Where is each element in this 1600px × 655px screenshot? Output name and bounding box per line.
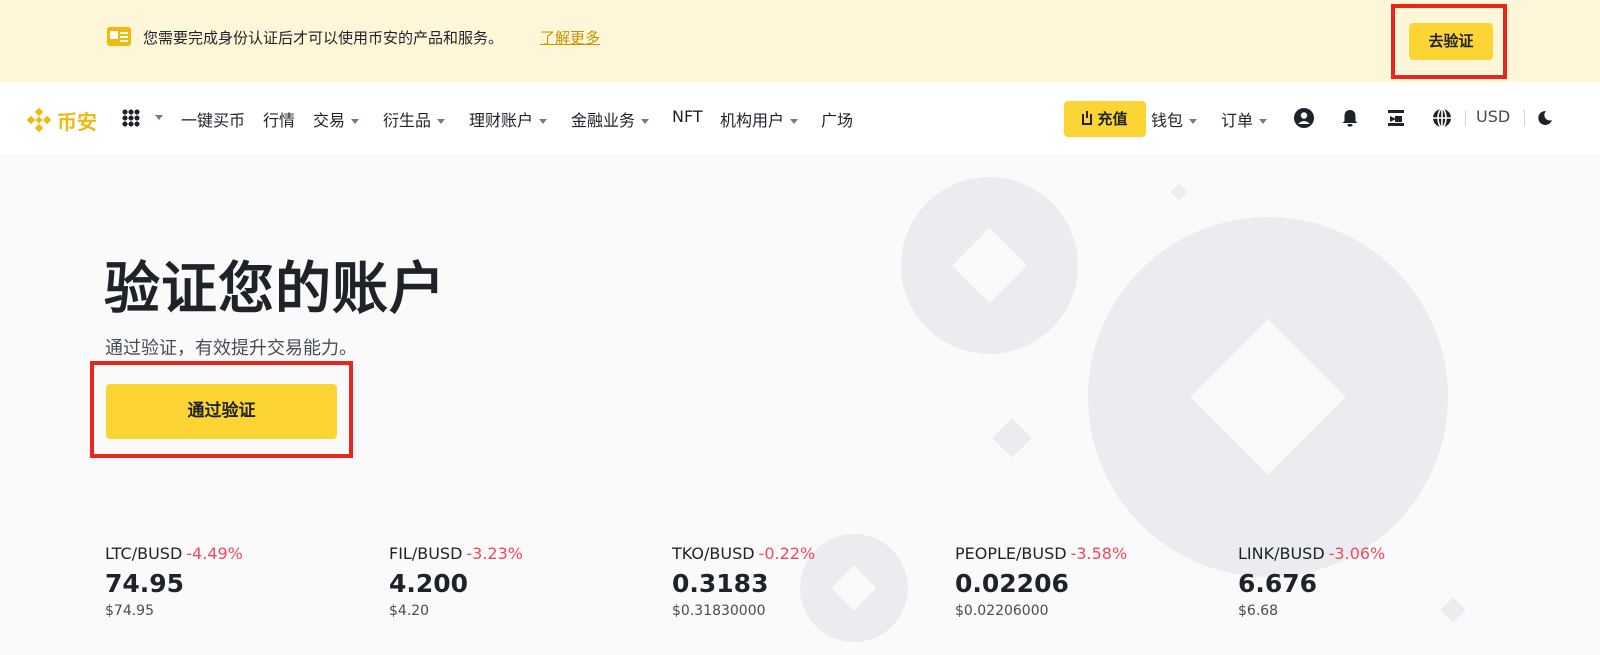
ticker-pair: LTC/BUSD <box>105 544 183 563</box>
nav-item-earn[interactable]: 理财账户 <box>469 107 548 131</box>
nav-item-nft[interactable]: NFT <box>672 107 703 126</box>
ticker-usd-price: $74.95 <box>105 603 154 619</box>
ticker-change: -0.22% <box>758 544 816 563</box>
decorative-coin-large <box>1088 217 1448 577</box>
market-ticker[interactable]: LINK/BUSD -3.06% 6.676 $6.68 <box>1238 544 1498 619</box>
user-profile-icon[interactable] <box>1294 108 1314 128</box>
nav-item-square[interactable]: 广场 <box>821 107 853 131</box>
market-ticker[interactable]: LTC/BUSD -4.49% 74.95 $74.95 <box>105 544 365 619</box>
language-globe-icon[interactable] <box>1432 108 1452 128</box>
nav-item-derivatives[interactable]: 衍生品 <box>383 107 446 131</box>
logo-text[interactable]: 币安 <box>57 106 97 135</box>
dark-mode-moon-icon[interactable] <box>1537 110 1553 126</box>
decorative-coin <box>901 177 1078 354</box>
chevron-down-icon <box>351 119 360 124</box>
market-ticker[interactable]: PEOPLE/BUSD -3.58% 0.02206 $0.02206000 <box>955 544 1215 619</box>
nav-item-markets[interactable]: 行情 <box>263 107 295 131</box>
ticker-change: -3.06% <box>1328 544 1386 563</box>
divider <box>1465 110 1466 126</box>
ticker-price: 4.200 <box>389 569 469 598</box>
page-subtitle: 通过验证，有效提升交易能力。 <box>105 338 357 359</box>
ticker-price: 0.3183 <box>672 569 769 598</box>
chevron-down-icon <box>437 119 446 124</box>
page-title: 验证您的账户 <box>104 257 446 322</box>
chevron-down-icon <box>1259 119 1268 124</box>
ticker-pair: LINK/BUSD <box>1238 544 1325 563</box>
divider <box>1524 110 1525 126</box>
currency-selector[interactable]: USD <box>1476 107 1510 126</box>
chevron-down-icon <box>155 115 163 120</box>
nav-item-finance[interactable]: 金融业务 <box>571 107 650 131</box>
banner-message: 您需要完成身份认证后才可以使用币安的产品和服务。 <box>143 29 504 47</box>
chevron-down-icon <box>641 119 650 124</box>
ticker-change: -4.49% <box>186 544 243 563</box>
chevron-down-icon <box>1189 119 1198 124</box>
ticker-change: -3.23% <box>466 544 523 563</box>
verify-cta-button[interactable]: 通过验证 <box>106 384 337 439</box>
id-card-icon <box>107 27 131 46</box>
ticker-price: 6.676 <box>1238 569 1318 598</box>
chevron-down-icon <box>790 119 799 124</box>
ticker-price: 0.02206 <box>955 569 1069 598</box>
ticker-change: -3.58% <box>1070 544 1128 563</box>
nav-item-orders[interactable]: 订单 <box>1221 107 1268 131</box>
ticker-pair: PEOPLE/BUSD <box>955 544 1067 563</box>
ticker-usd-price: $0.31830000 <box>672 603 766 619</box>
decorative-diamond <box>952 228 1027 303</box>
chevron-down-icon <box>539 119 548 124</box>
download-app-icon[interactable] <box>1386 108 1406 128</box>
top-navigation: 币安 一键买币 行情 交易 衍生品 理财账户 金融业务 NFT 机构用户 广场 … <box>0 82 1600 154</box>
nav-item-wallet[interactable]: 钱包 <box>1151 107 1198 131</box>
nav-item-trade[interactable]: 交易 <box>313 107 360 131</box>
ticker-pair: TKO/BUSD <box>672 544 755 563</box>
ticker-usd-price: $6.68 <box>1238 603 1279 619</box>
market-ticker[interactable]: FIL/BUSD -3.23% 4.200 $4.20 <box>389 544 649 619</box>
apps-grid-icon[interactable] <box>122 109 140 127</box>
binance-logo-icon[interactable] <box>26 107 52 133</box>
ticker-usd-price: $0.02206000 <box>955 603 1049 619</box>
ticker-pair: FIL/BUSD <box>389 544 463 563</box>
deposit-button[interactable]: 充值 <box>1064 101 1146 137</box>
download-icon <box>1082 111 1093 125</box>
decorative-small-diamond <box>1170 183 1188 201</box>
decorative-small-diamond <box>992 418 1032 458</box>
ticker-usd-price: $4.20 <box>389 603 430 619</box>
notification-bell-icon[interactable] <box>1340 108 1360 128</box>
verification-banner: 您需要完成身份认证后才可以使用币安的产品和服务。 了解更多 去验证 <box>0 0 1600 82</box>
ticker-price: 74.95 <box>105 569 185 598</box>
learn-more-link[interactable]: 了解更多 <box>540 27 600 48</box>
market-ticker[interactable]: TKO/BUSD -0.22% 0.3183 $0.31830000 <box>672 544 932 619</box>
nav-item-buy-crypto[interactable]: 一键买币 <box>181 107 245 131</box>
decorative-diamond <box>1190 319 1346 475</box>
go-verify-button[interactable]: 去验证 <box>1409 23 1493 60</box>
nav-item-institutional[interactable]: 机构用户 <box>720 107 799 131</box>
